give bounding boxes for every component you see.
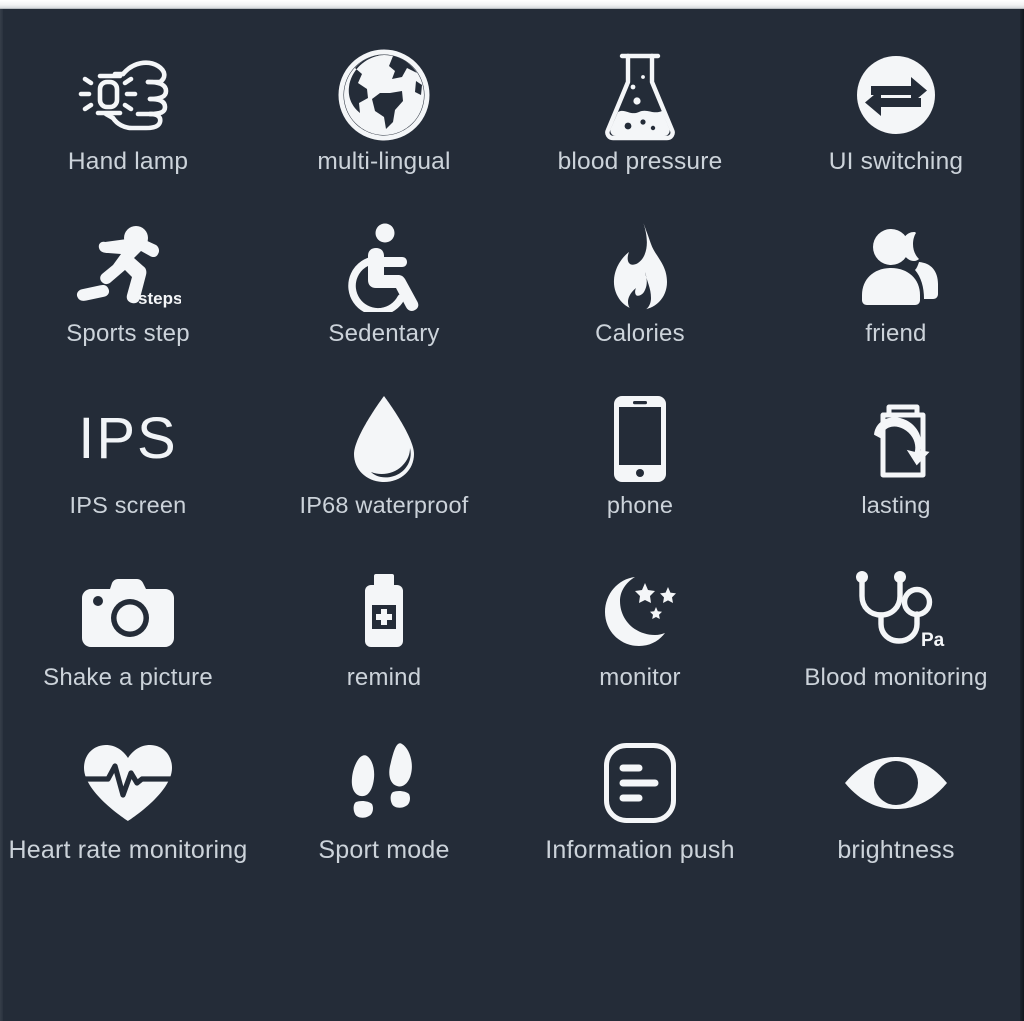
moon-stars-icon	[598, 559, 682, 663]
feature-cell-friend[interactable]: friend	[768, 215, 1024, 387]
feature-label: Sedentary	[328, 320, 440, 347]
heart-pulse-icon	[82, 731, 174, 835]
feature-label: lasting	[861, 492, 931, 518]
feature-cell-lasting[interactable]: lasting	[768, 387, 1024, 559]
footprints-icon	[345, 731, 423, 835]
ips-text-icon: IPS	[78, 387, 178, 491]
watch-fist-icon	[76, 43, 180, 147]
feature-label: brightness	[837, 836, 955, 864]
feature-cell-sport-mode[interactable]: Sport mode	[256, 731, 512, 903]
swap-arrows-circle-icon	[857, 43, 935, 147]
feature-label: remind	[346, 664, 422, 691]
feature-cell-hand-lamp[interactable]: Hand lamp	[0, 43, 256, 215]
feature-grid-page: Hand lamp multi-lingual blood pressure U…	[0, 0, 1024, 1021]
feature-cell-information-push[interactable]: Information push	[512, 731, 768, 903]
flame-icon	[605, 215, 675, 319]
flask-icon	[597, 43, 683, 147]
feature-cell-sedentary[interactable]: Sedentary	[256, 215, 512, 387]
smartphone-icon	[612, 387, 668, 491]
features-grid: Hand lamp multi-lingual blood pressure U…	[0, 9, 1024, 1021]
top-light-band	[0, 0, 1024, 9]
feature-cell-sports-step[interactable]: steps Sports step	[0, 215, 256, 387]
svg-text:Pa: Pa	[921, 630, 945, 651]
feature-label: Information push	[545, 836, 735, 864]
feature-cell-blood-pressure[interactable]: blood pressure	[512, 43, 768, 215]
feature-label: friend	[865, 320, 927, 347]
feature-label: Shake a picture	[43, 664, 213, 691]
wheelchair-icon	[339, 215, 429, 319]
feature-label: phone	[606, 492, 674, 518]
ips-glyph-text: IPS	[78, 406, 178, 471]
feature-cell-monitor[interactable]: monitor	[512, 559, 768, 731]
feature-cell-ui-switching[interactable]: UI switching	[768, 43, 1024, 215]
feature-cell-ip68-waterproof[interactable]: IP68 waterproof	[256, 387, 512, 559]
water-drop-icon	[350, 387, 418, 491]
battery-refresh-icon	[853, 387, 939, 491]
feature-label: Sports step	[66, 320, 190, 347]
globe-icon	[336, 43, 432, 147]
feature-label: multi-lingual	[317, 148, 451, 175]
feature-label: Heart rate monitoring	[8, 836, 248, 864]
eye-icon	[843, 731, 949, 835]
feature-label: UI switching	[828, 148, 964, 175]
feature-label: IP68 waterproof	[299, 492, 469, 518]
two-users-icon	[850, 215, 942, 319]
feature-cell-phone[interactable]: phone	[512, 387, 768, 559]
message-lines-icon	[603, 731, 677, 835]
feature-cell-ips-screen[interactable]: IPS IPS screen	[0, 387, 256, 559]
feature-label: IPS screen	[69, 492, 187, 518]
feature-label: blood pressure	[557, 148, 723, 175]
feature-cell-heart-rate-monitoring[interactable]: Heart rate monitoring	[0, 731, 256, 903]
feature-cell-calories[interactable]: Calories	[512, 215, 768, 387]
feature-cell-blood-monitoring[interactable]: Pa Blood monitoring	[768, 559, 1024, 731]
camera-icon	[81, 559, 175, 663]
feature-cell-shake-a-picture[interactable]: Shake a picture	[0, 559, 256, 731]
medicine-bottle-icon	[361, 559, 407, 663]
feature-cell-remind[interactable]: remind	[256, 559, 512, 731]
feature-label: Calories	[595, 320, 685, 347]
svg-text:steps: steps	[138, 289, 181, 308]
feature-label: monitor	[599, 664, 681, 691]
runner-steps-icon: steps	[75, 215, 181, 319]
feature-label: Sport mode	[318, 836, 450, 864]
stethoscope-icon: Pa	[845, 559, 947, 663]
feature-label: Blood monitoring	[804, 664, 988, 691]
feature-cell-multi-lingual[interactable]: multi-lingual	[256, 43, 512, 215]
feature-cell-brightness[interactable]: brightness	[768, 731, 1024, 903]
feature-label: Hand lamp	[67, 148, 189, 175]
